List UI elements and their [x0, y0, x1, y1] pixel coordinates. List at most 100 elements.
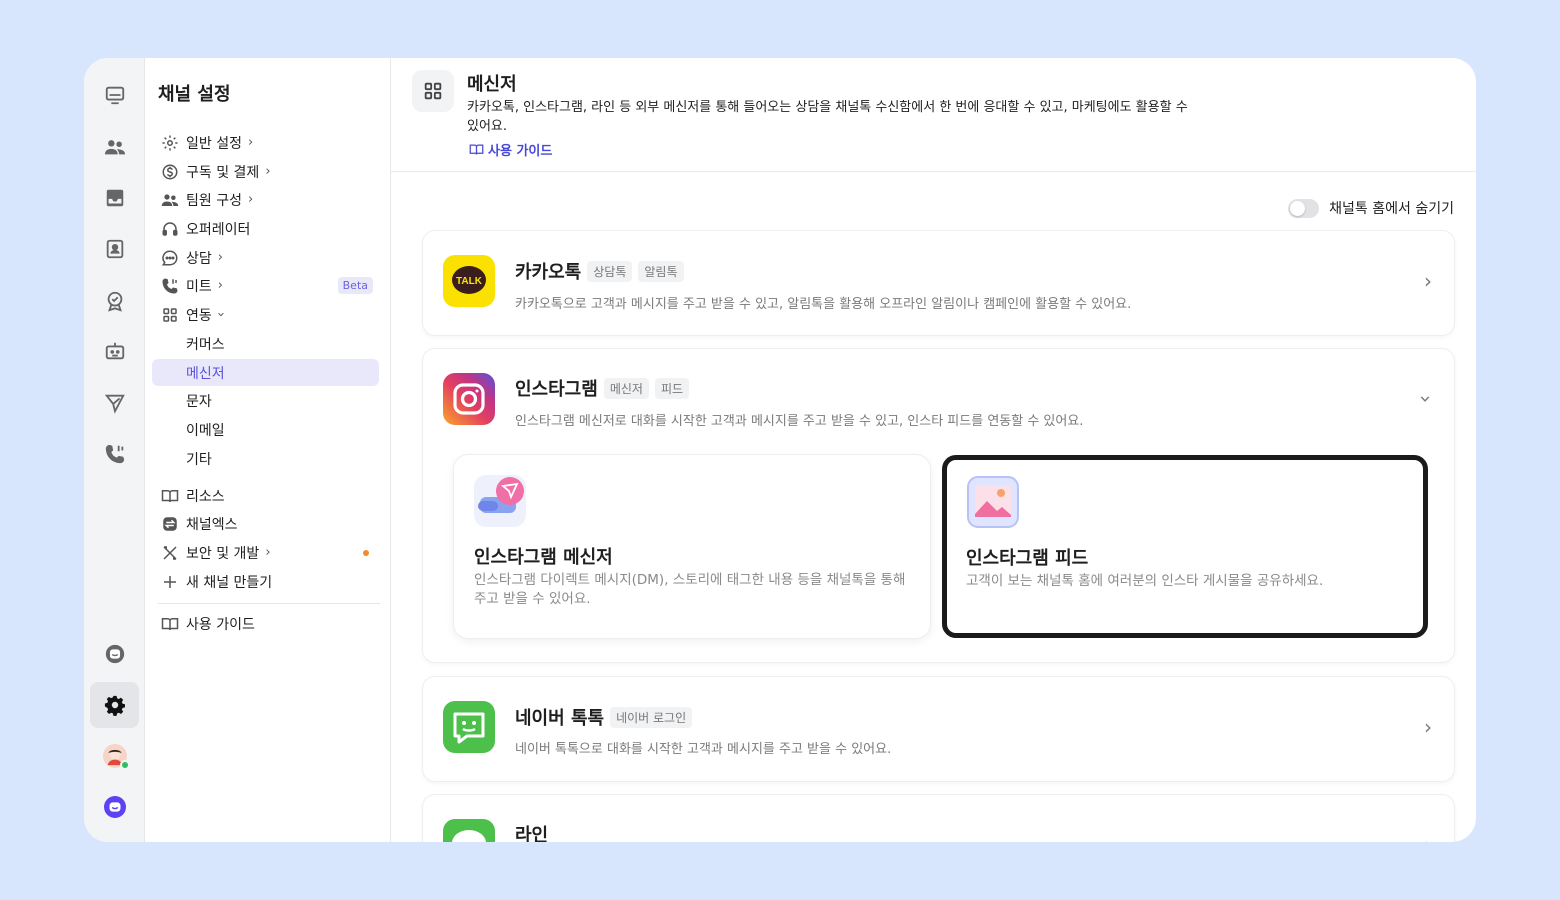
sidebar-item-label: 팀원 구성	[186, 192, 242, 209]
sidebar-title: 채널 설정	[158, 84, 231, 105]
sidebar-item-label: 이메일	[186, 422, 225, 439]
chevron-down-icon[interactable]: ›	[1414, 395, 1438, 403]
kakao-tag: 상담톡	[587, 260, 633, 282]
rail-profile-avatar[interactable]	[90, 733, 139, 779]
instagram-title: 인스타그램	[515, 379, 598, 400]
users-icon	[158, 188, 182, 212]
sidebar-item-security[interactable]: 보안 및 개발 ›	[152, 539, 379, 566]
sidebar-item-label: 일반 설정	[186, 135, 242, 152]
chevron-right-icon[interactable]: ›	[1424, 833, 1432, 842]
usage-guide-label: 사용 가이드	[488, 144, 553, 159]
app-window: 채널 설정 일반 설정 › 구독 및 결제 › 팀원 구성 › 오퍼레이터 상담…	[84, 58, 1476, 842]
book-icon	[158, 484, 182, 508]
instagram-title-row: 인스타그램 메신저 피드	[515, 375, 690, 401]
sidebar-item-resources[interactable]: 리소스	[152, 482, 379, 509]
hide-from-home-toggle[interactable]	[1288, 198, 1320, 218]
instagram-logo-icon	[443, 373, 495, 425]
kakao-description: 카카오톡으로 고객과 메시지를 주고 받을 수 있고, 알림톡을 활용해 오프라…	[515, 297, 1132, 312]
usage-guide-link[interactable]: 사용 가이드	[469, 140, 552, 159]
sidebar-item-messenger[interactable]: 메신저	[152, 359, 379, 386]
rail-settings-icon[interactable]	[90, 682, 139, 728]
naver-talktalk-card[interactable]: 네이버 톡톡 네이버 로그인 네이버 톡톡으로 대화를 시작한 고객과 메시지를…	[423, 677, 1454, 781]
gear-icon	[158, 131, 182, 155]
main-content: 메신저 카카오톡, 인스타그램, 라인 등 외부 메신저를 통해 들어오는 상담…	[391, 58, 1476, 842]
chevron-right-icon: ›	[247, 135, 254, 150]
sidebar-item-label: 채널엑스	[186, 516, 238, 533]
instagram-messenger-card[interactable]: 인스타그램 메신저 인스타그램 다이렉트 메시지(DM), 스토리에 태그한 내…	[454, 455, 930, 638]
feed-image-icon	[967, 476, 1019, 528]
chat-bubble-icon	[158, 246, 182, 270]
book-icon	[469, 144, 484, 155]
rail-channel-icon[interactable]	[90, 631, 139, 677]
naver-title-row: 네이버 톡톡 네이버 로그인	[515, 704, 693, 730]
line-logo-icon	[443, 819, 495, 842]
sidebar-item-label: 상담	[186, 250, 212, 267]
kakao-card[interactable]: TALK 카카오톡 상담톡 알림톡 카카오톡으로 고객과 메시지를 주고 받을 …	[423, 231, 1454, 335]
rail-monitor-icon[interactable]	[90, 72, 139, 118]
rail-badge-check-icon[interactable]	[90, 278, 139, 324]
chevron-right-icon[interactable]: ›	[1424, 269, 1432, 293]
instagram-description: 인스타그램 메신저로 대화를 시작한 고객과 메시지를 주고 받을 수 있고, …	[515, 414, 1084, 429]
sidebar-item-label: 새 채널 만들기	[186, 574, 273, 591]
rail-users-icon[interactable]	[90, 124, 139, 170]
sidebar-item-general[interactable]: 일반 설정 ›	[152, 129, 379, 156]
sidebar-item-sms[interactable]: 문자	[152, 387, 379, 414]
chevron-right-icon: ›	[247, 192, 254, 207]
line-card[interactable]: 라인 ›	[423, 795, 1454, 842]
rail-contact-icon[interactable]	[90, 226, 139, 272]
line-title: 라인	[515, 825, 549, 842]
sidebar-item-label: 문자	[186, 393, 212, 410]
grid-icon	[158, 303, 182, 327]
kakao-title-row: 카카오톡 상담톡 알림톡	[515, 258, 684, 284]
instagram-feed-description: 고객이 보는 채널톡 홈에 여러분의 인스타 게시물을 공유하세요.	[966, 573, 1324, 589]
grid-icon	[412, 70, 454, 112]
instagram-tag: 메신저	[603, 377, 649, 399]
avatar	[102, 744, 130, 770]
line-title-row: 라인	[515, 821, 548, 842]
sidebar-item-operator[interactable]: 오퍼레이터	[152, 215, 379, 242]
sidebar-item-consult[interactable]: 상담 ›	[152, 244, 379, 271]
icon-rail	[84, 58, 145, 842]
hide-from-home-row: 채널톡 홈에서 숨기기	[1288, 198, 1454, 218]
chevron-right-icon: ›	[265, 164, 271, 179]
sidebar-item-meet[interactable]: 미트 › Beta	[152, 272, 379, 299]
sidebar-item-commerce[interactable]: 커머스	[152, 330, 379, 357]
rail-phone-icon[interactable]	[90, 431, 139, 477]
kakao-logo-text: TALK	[456, 276, 483, 287]
headset-icon	[158, 217, 182, 241]
sidebar-item-integration[interactable]: 연동 ›	[152, 301, 379, 328]
sidebar-item-label: 오퍼레이터	[186, 221, 251, 238]
chevron-right-icon: ›	[265, 545, 271, 560]
sidebar-item-etc[interactable]: 기타	[152, 445, 379, 472]
sidebar-item-label: 기타	[186, 451, 212, 468]
chevron-right-icon: ›	[217, 250, 223, 265]
chevron-right-icon[interactable]: ›	[1424, 715, 1432, 739]
notification-dot	[363, 550, 369, 556]
beta-badge: Beta	[337, 277, 373, 294]
book-icon	[158, 612, 182, 636]
page-title: 메신저	[467, 74, 517, 95]
messenger-illustration-icon	[474, 475, 526, 527]
sidebar-item-new-channel[interactable]: 새 채널 만들기	[152, 568, 379, 595]
plus-icon	[158, 570, 182, 594]
rail-bot-icon[interactable]	[90, 328, 139, 374]
hide-from-home-label: 채널톡 홈에서 숨기기	[1329, 201, 1454, 217]
rail-send-icon[interactable]	[90, 380, 139, 426]
naver-tag: 네이버 로그인	[610, 706, 693, 728]
sidebar-item-label: 리소스	[186, 488, 225, 505]
kakao-title: 카카오톡	[515, 262, 582, 283]
sidebar-item-email[interactable]: 이메일	[152, 416, 379, 443]
instagram-feed-card[interactable]: 인스타그램 피드 고객이 보는 채널톡 홈에 여러분의 인스타 게시물을 공유하…	[942, 455, 1428, 638]
naver-title: 네이버 톡톡	[515, 708, 605, 729]
sidebar-item-team[interactable]: 팀원 구성 ›	[152, 186, 379, 213]
sidebar-item-label: 사용 가이드	[186, 616, 255, 633]
sidebar-item-label: 메신저	[186, 365, 225, 382]
rail-channeltalk-logo-icon[interactable]	[90, 784, 139, 830]
exchange-icon	[158, 512, 182, 536]
naver-description: 네이버 톡톡으로 대화를 시작한 고객과 메시지를 주고 받을 수 있어요.	[515, 742, 892, 757]
sidebar-item-billing[interactable]: 구독 및 결제 ›	[152, 158, 379, 185]
dollar-icon	[158, 160, 182, 184]
sidebar-item-guide[interactable]: 사용 가이드	[152, 610, 379, 637]
rail-inbox-icon[interactable]	[90, 175, 139, 221]
sidebar-item-channelx[interactable]: 채널엑스	[152, 510, 379, 537]
